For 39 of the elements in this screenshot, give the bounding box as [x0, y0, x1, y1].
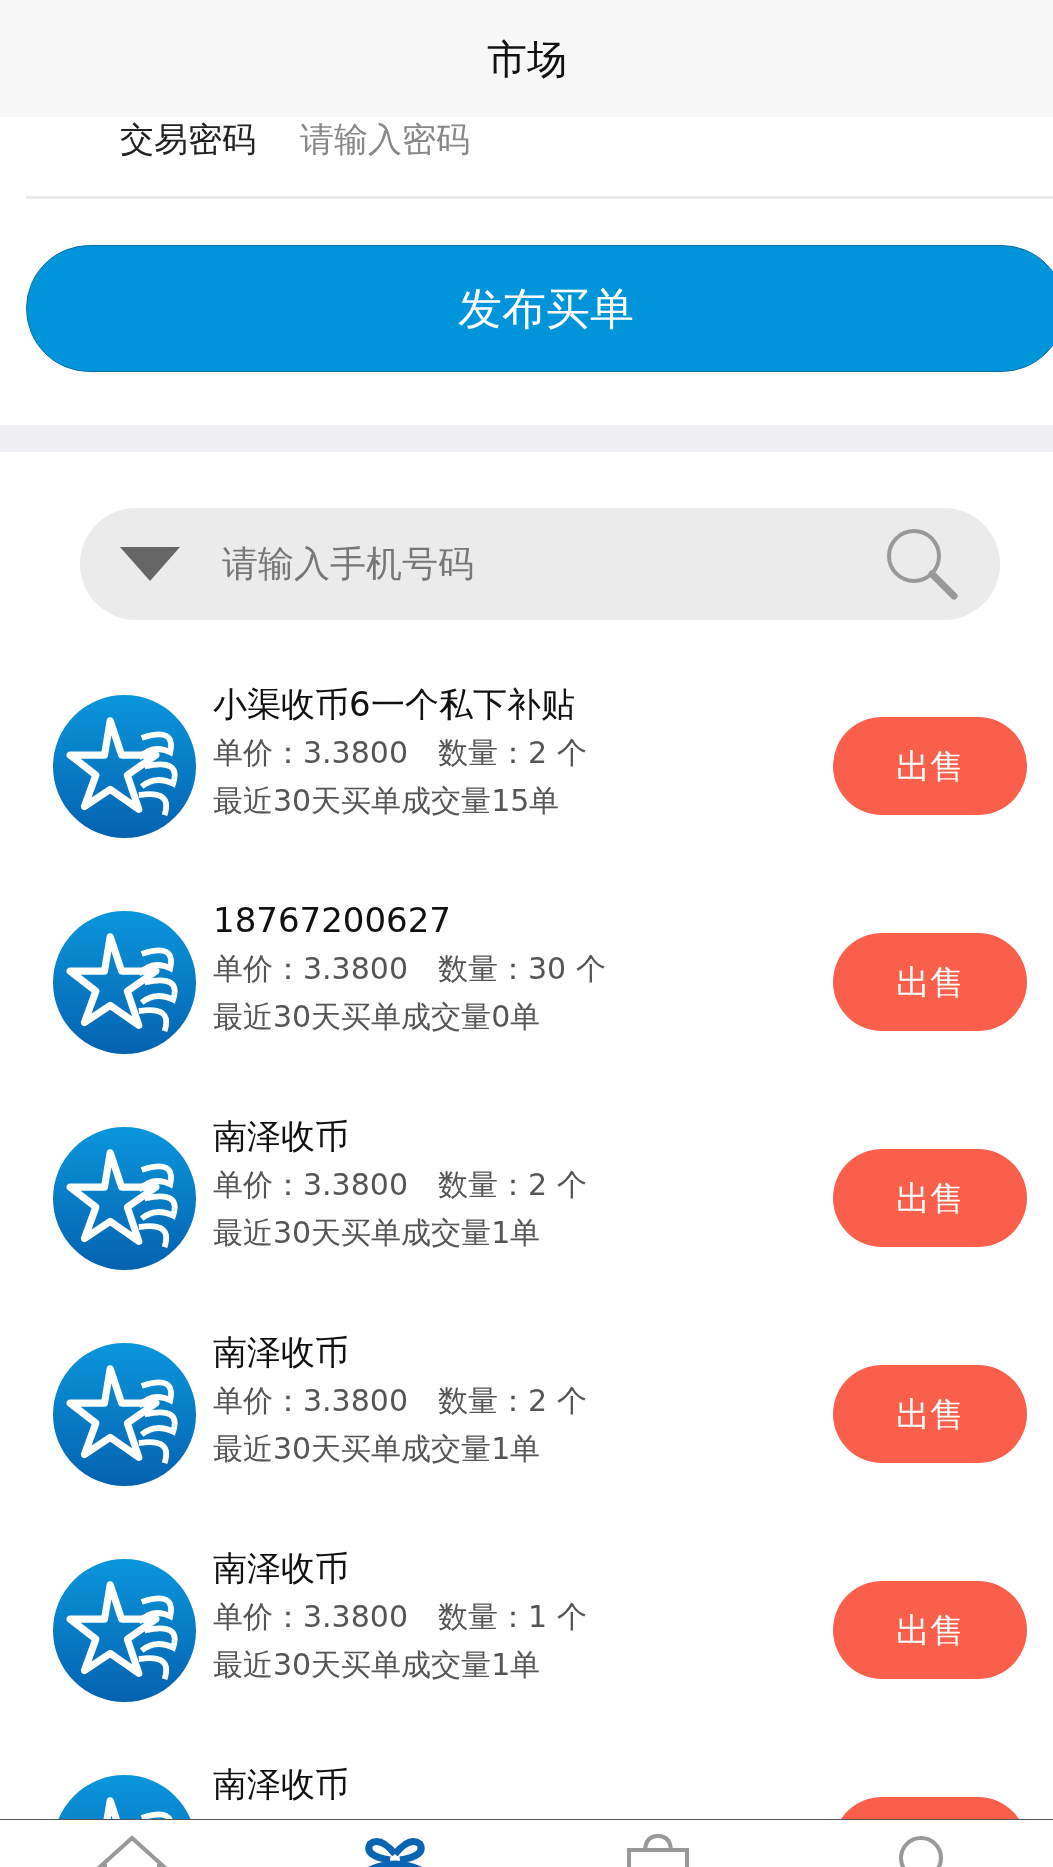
trade-volume: 最近30天买单成交量0单 [213, 998, 542, 1037]
page-title: 市场 [486, 34, 567, 84]
trade-volume: 最近30天买单成交量1单 [213, 1646, 542, 1685]
trade-volume: 最近30天买单成交量1单 [213, 1430, 542, 1469]
star-logo-icon [53, 1342, 196, 1486]
seller-name: 南泽收币 [213, 1763, 350, 1806]
sell-button[interactable]: 出售 [833, 1149, 1027, 1247]
seller-name: 南泽收币 [213, 1547, 350, 1590]
sell-button[interactable]: 出售 [833, 1581, 1027, 1679]
seller-name: 南泽收币 [213, 1331, 350, 1374]
quantity: 数量：2 个 [438, 1166, 587, 1205]
sell-button[interactable]: 出售 [833, 1365, 1027, 1463]
search-icon[interactable] [884, 526, 960, 602]
search-field[interactable]: 请输入手机号码 [220, 536, 844, 592]
quantity: 数量：2 个 [438, 1382, 587, 1421]
dropdown-triangle-icon[interactable] [120, 547, 180, 581]
quantity: 数量：30 个 [438, 950, 606, 989]
trade-volume: 最近30天买单成交量1单 [213, 1214, 542, 1253]
password-field[interactable]: 请输入密码 [300, 117, 600, 162]
publish-buy-order-button[interactable]: 发布买单 [26, 245, 1053, 372]
trade-volume: 最近30天买单成交量15单 [213, 782, 561, 821]
seller-name: 18767200627 [213, 899, 452, 942]
seller-name: 小渠收币6一个私下补贴 [213, 683, 576, 726]
seller-name: 南泽收币 [213, 1115, 350, 1158]
sell-button[interactable]: 出售 [833, 933, 1027, 1031]
unit-price: 单价：3.3800 [213, 734, 408, 773]
star-logo-icon [53, 910, 196, 1054]
password-label: 交易密码 [120, 118, 256, 161]
sell-button[interactable]: 出售 [833, 717, 1027, 815]
quantity: 数量：1 个 [438, 1598, 587, 1637]
quantity: 数量：2 个 [438, 734, 587, 773]
star-logo-icon [53, 1126, 196, 1270]
star-logo-icon [53, 694, 196, 838]
star-logo-icon [53, 1558, 196, 1702]
search-bar[interactable]: 请输入手机号码 [80, 508, 1000, 620]
unit-price: 单价：3.3800 [213, 1598, 408, 1637]
unit-price: 单价：3.3800 [213, 1382, 408, 1421]
unit-price: 单价：3.3800 [213, 1166, 408, 1205]
unit-price: 单价：3.3800 [213, 950, 408, 989]
